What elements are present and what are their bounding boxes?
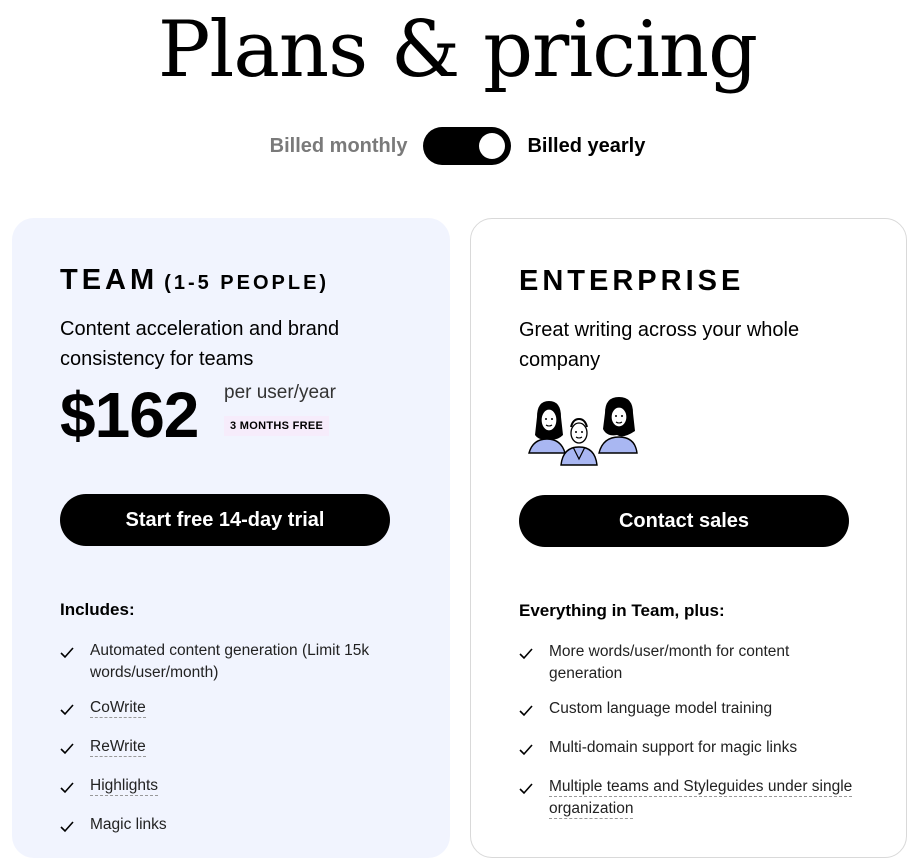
feature-text: Highlights <box>90 775 159 797</box>
check-icon <box>60 775 90 801</box>
enterprise-plan-name: ENTERPRISE <box>519 265 745 297</box>
billing-toggle-group: Billed monthly Billed yearly <box>0 127 915 165</box>
check-icon <box>60 736 90 762</box>
feature-list-item: Magic links <box>60 814 400 840</box>
enterprise-includes-title: Everything in Team, plus: <box>519 601 725 620</box>
feature-text: ReWrite <box>90 736 146 758</box>
feature-list-item[interactable]: Highlights <box>60 775 400 801</box>
feature-text: Multiple teams and Styleguides under sin… <box>549 776 859 820</box>
check-icon <box>519 737 549 763</box>
billed-yearly-label[interactable]: Billed yearly <box>527 135 645 158</box>
feature-text: Automated content generation (Limit 15k … <box>90 640 400 684</box>
feature-list-item[interactable]: Multiple teams and Styleguides under sin… <box>519 776 859 820</box>
feature-label: Multiple teams and Styleguides under sin… <box>549 778 853 819</box>
feature-text: Multi-domain support for magic links <box>549 737 797 759</box>
check-icon <box>60 697 90 723</box>
feature-label: Highlights <box>90 777 159 796</box>
check-icon <box>60 640 90 666</box>
toggle-knob <box>479 133 506 159</box>
start-free-trial-button[interactable]: Start free 14-day trial <box>60 494 390 546</box>
team-plan-size: (1-5 PEOPLE) <box>164 272 330 294</box>
team-includes-title: Includes: <box>60 600 135 619</box>
team-plan-name: TEAM (1-5 PEOPLE) <box>60 264 329 297</box>
feature-text: More words/user/month for content genera… <box>549 641 859 685</box>
feature-label: CoWrite <box>90 699 146 718</box>
feature-list-item: Automated content generation (Limit 15k … <box>60 640 400 684</box>
feature-list-item: Custom language model training <box>519 698 859 724</box>
feature-label: Automated content generation (Limit 15k … <box>90 642 370 681</box>
feature-label: More words/user/month for content genera… <box>549 643 790 682</box>
feature-text: Magic links <box>90 814 167 836</box>
contact-sales-button[interactable]: Contact sales <box>519 495 849 547</box>
feature-label: Magic links <box>90 816 167 833</box>
billing-toggle[interactable] <box>423 127 512 165</box>
enterprise-plan-description: Great writing across your whole company <box>519 319 800 371</box>
feature-text: Custom language model training <box>549 698 772 720</box>
team-plan-title: TEAM <box>60 264 159 296</box>
team-feature-list: Automated content generation (Limit 15k … <box>60 640 400 853</box>
check-icon <box>60 814 90 840</box>
people-illustration-icon <box>528 397 638 466</box>
team-plan-description: Content acceleration and brand consisten… <box>60 318 340 370</box>
feature-list-item: More words/user/month for content genera… <box>519 641 859 685</box>
feature-label: Custom language model training <box>549 700 773 717</box>
enterprise-feature-list: More words/user/month for content genera… <box>519 641 859 833</box>
enterprise-plan-card: ENTERPRISE Great writing across your who… <box>470 218 907 858</box>
team-plan-card: TEAM (1-5 PEOPLE) Content acceleration an… <box>12 218 450 858</box>
feature-text: CoWrite <box>90 697 146 719</box>
team-promo-badge: 3 MONTHS FREE <box>224 416 330 436</box>
check-icon <box>519 776 549 802</box>
team-price: $162 <box>60 379 199 451</box>
check-icon <box>519 698 549 724</box>
feature-list-item: Multi-domain support for magic links <box>519 737 859 763</box>
page-title: Plans & pricing <box>157 5 758 95</box>
team-price-unit: per user/year <box>224 382 336 403</box>
feature-list-item[interactable]: ReWrite <box>60 736 400 762</box>
billed-monthly-label[interactable]: Billed monthly <box>270 135 408 158</box>
feature-label: Multi-domain support for magic links <box>549 739 798 756</box>
feature-list-item[interactable]: CoWrite <box>60 697 400 723</box>
check-icon <box>519 641 549 667</box>
feature-label: ReWrite <box>90 738 146 757</box>
